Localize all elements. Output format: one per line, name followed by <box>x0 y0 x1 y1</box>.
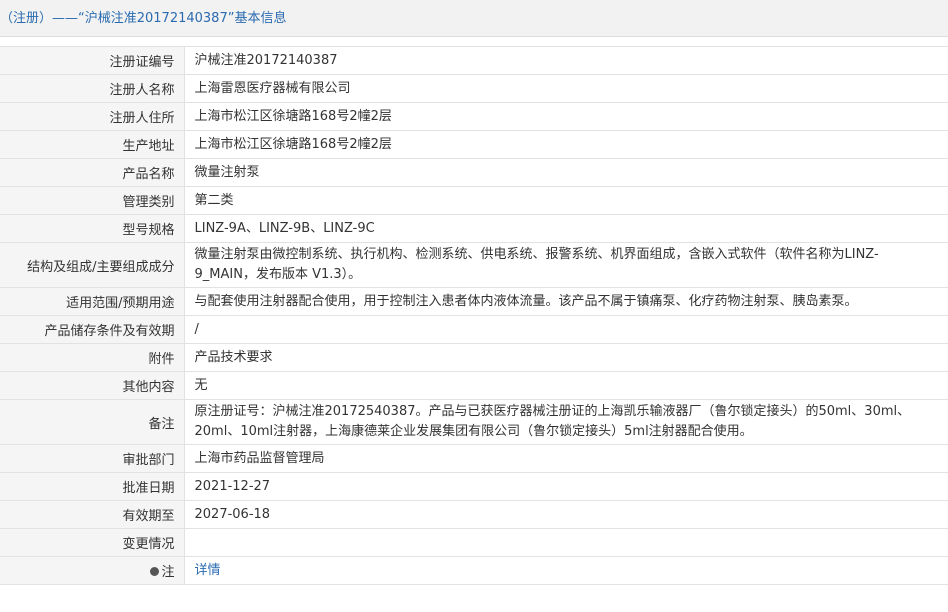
table-row: 管理类别 第二类 <box>0 186 948 215</box>
row-value: 2021-12-27 <box>184 472 948 501</box>
row-value: 上海市松江区徐塘路168号2幢2层 <box>184 102 948 131</box>
row-value: 产品技术要求 <box>184 343 948 372</box>
row-label: 有效期至 <box>0 500 185 529</box>
row-value: 与配套使用注射器配合使用，用于控制注入患者体内液体流量。该产品不属于镇痛泵、化疗… <box>184 287 948 316</box>
row-label: 注册人名称 <box>0 74 185 103</box>
row-label: 型号规格 <box>0 214 185 243</box>
row-label: 结构及组成/主要组成成分 <box>0 242 185 288</box>
page-title: （注册）——“沪械注准20172140387”基本信息 <box>0 11 287 26</box>
row-value: / <box>184 315 948 344</box>
row-value: 上海市松江区徐塘路168号2幢2层 <box>184 130 948 159</box>
row-label: 产品名称 <box>0 158 185 187</box>
info-table: 注册证编号 沪械注准20172140387 注册人名称 上海雷恩医疗器械有限公司… <box>0 46 948 585</box>
row-value: 无 <box>184 371 948 400</box>
table-row: 注册证编号 沪械注准20172140387 <box>0 46 948 75</box>
note-row: 注 详情 <box>0 556 948 585</box>
row-label: 批准日期 <box>0 472 185 501</box>
row-value: 微量注射泵 <box>184 158 948 187</box>
row-label: 生产地址 <box>0 130 185 159</box>
note-label-cell: 注 <box>0 556 185 585</box>
row-value: 微量注射泵由微控制系统、执行机构、检测系统、供电系统、报警系统、机界面组成，含嵌… <box>184 242 948 288</box>
table-row: 产品名称 微量注射泵 <box>0 158 948 187</box>
row-label: 产品储存条件及有效期 <box>0 315 185 344</box>
row-label: 注册证编号 <box>0 46 185 75</box>
row-label: 备注 <box>0 399 185 445</box>
table-row: 其他内容 无 <box>0 371 948 400</box>
table-row: 注册人住所 上海市松江区徐塘路168号2幢2层 <box>0 102 948 131</box>
table-row: 型号规格 LINZ-9A、LINZ-9B、LINZ-9C <box>0 214 948 243</box>
table-row: 批准日期 2021-12-27 <box>0 472 948 501</box>
table-row: 有效期至 2027-06-18 <box>0 500 948 529</box>
table-row: 附件 产品技术要求 <box>0 343 948 372</box>
row-label: 注册人住所 <box>0 102 185 131</box>
row-value: 原注册证号：沪械注准20172540387。产品与已获医疗器械注册证的上海凯乐输… <box>184 399 948 445</box>
details-link[interactable]: 详情 <box>195 563 221 578</box>
row-label: 其他内容 <box>0 371 185 400</box>
table-row: 产品储存条件及有效期 / <box>0 315 948 344</box>
row-label: 附件 <box>0 343 185 372</box>
page-title-bar: （注册）——“沪械注准20172140387”基本信息 <box>0 0 948 37</box>
note-label: 注 <box>161 565 175 580</box>
row-value: 上海市药品监督管理局 <box>184 444 948 473</box>
table-row: 适用范围/预期用途 与配套使用注射器配合使用，用于控制注入患者体内液体流量。该产… <box>0 287 948 316</box>
row-label: 管理类别 <box>0 186 185 215</box>
table-row: 生产地址 上海市松江区徐塘路168号2幢2层 <box>0 130 948 159</box>
row-value <box>184 528 948 557</box>
table-row: 审批部门 上海市药品监督管理局 <box>0 444 948 473</box>
row-value: 第二类 <box>184 186 948 215</box>
row-label: 变更情况 <box>0 528 185 557</box>
table-row: 结构及组成/主要组成成分 微量注射泵由微控制系统、执行机构、检测系统、供电系统、… <box>0 242 948 288</box>
row-label: 审批部门 <box>0 444 185 473</box>
pin-icon <box>150 567 160 576</box>
row-value: 上海雷恩医疗器械有限公司 <box>184 74 948 103</box>
row-value: 2027-06-18 <box>184 500 948 529</box>
table-row: 变更情况 <box>0 528 948 557</box>
row-value: 沪械注准20172140387 <box>184 46 948 75</box>
table-row: 备注 原注册证号：沪械注准20172540387。产品与已获医疗器械注册证的上海… <box>0 399 948 445</box>
note-value-cell: 详情 <box>184 556 948 585</box>
row-label: 适用范围/预期用途 <box>0 287 185 316</box>
table-row: 注册人名称 上海雷恩医疗器械有限公司 <box>0 74 948 103</box>
row-value: LINZ-9A、LINZ-9B、LINZ-9C <box>184 214 948 243</box>
